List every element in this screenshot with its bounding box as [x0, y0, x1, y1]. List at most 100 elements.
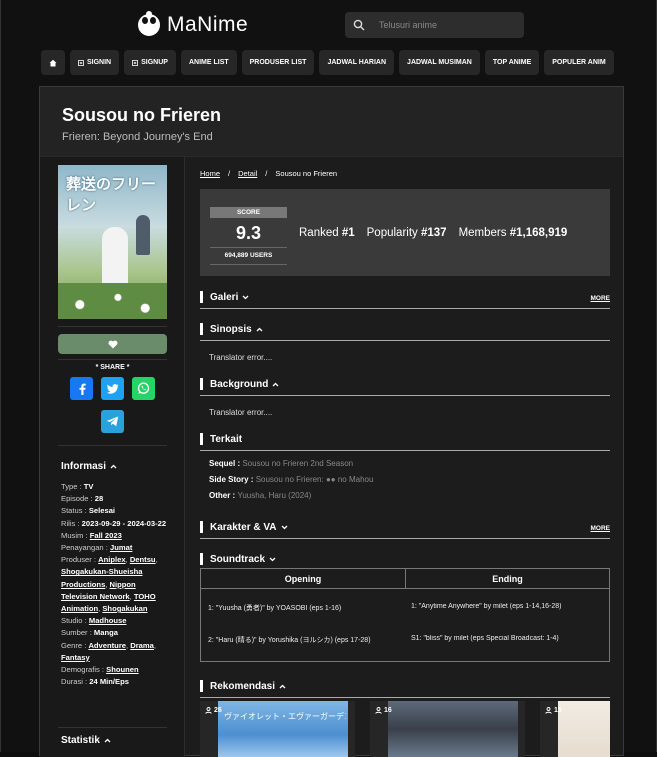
page-title: Sousou no Frieren [62, 105, 222, 125]
user-icon [375, 707, 382, 714]
breadcrumb-current: Sousou no Frieren [275, 169, 338, 178]
nav-signup[interactable]: SIGNUP [124, 50, 176, 75]
info-produser: Produser : Aniplex, Dentsu, Shogakukan-S… [61, 555, 158, 614]
share-telegram-button[interactable] [101, 410, 124, 433]
search-input[interactable] [379, 20, 519, 30]
opening-song: 2: "Haru (晴る)" by Yorushika (ヨルシカ) (eps … [208, 637, 371, 644]
chevron-down-icon [269, 557, 276, 561]
share-label: * SHARE * [95, 364, 130, 371]
produser-link[interactable]: Shogakukan [102, 604, 147, 613]
genre-link[interactable]: Adventure [88, 641, 126, 650]
heart-icon [108, 340, 117, 348]
info-rilis: Rilis : 2023-09-29 - 2024-03-22 [61, 518, 167, 528]
breadcrumb: Home / Detail / Sousou no Frieren [200, 169, 337, 178]
nav-top-anime[interactable]: TOP ANIME [484, 50, 540, 75]
info-musim: Musim : Fall 2023 [61, 530, 122, 540]
sequel-link[interactable]: Sousou no Frieren 2nd Season [242, 459, 353, 468]
recommendation-list: ヴァイオレット・エヴァーガーデン 26 16 15 [200, 701, 610, 757]
terkait-side-story: Side Story : Sousou no Frieren: ●● no Ma… [209, 475, 374, 484]
ranked-stat: Ranked #1 [299, 227, 355, 239]
recommendation-count: 26 [205, 707, 222, 714]
nav-signin[interactable]: SIGNIN [70, 50, 120, 75]
side-story-link[interactable]: Sousou no Frieren: ●● no Mahou [256, 475, 374, 484]
brand-logo[interactable]: MaNime [138, 11, 249, 38]
chevron-down-icon [242, 295, 249, 299]
share-twitter-button[interactable] [101, 377, 124, 400]
twitter-icon [106, 383, 118, 394]
galeri-toggle[interactable]: Galeri [200, 290, 610, 304]
ending-song: 1: "Anytime Anywhere" by milet (eps 1-14… [411, 603, 562, 610]
totoro-logo-icon [138, 11, 160, 36]
sinopsis-section: Sinopsis Translator error.... [200, 322, 610, 366]
info-episode: Episode : 28 [61, 494, 104, 504]
nav-home[interactable] [41, 50, 65, 75]
ending-song: S1: "bliss" by milet (eps Special Broadc… [411, 635, 559, 642]
title-bar: Sousou no Frieren Frieren: Beyond Journe… [40, 87, 623, 157]
musim-link[interactable]: Fall 2023 [90, 531, 122, 540]
score-label: SCORE [210, 207, 287, 218]
divider [58, 445, 167, 446]
nav-populer-anime[interactable]: POPULER ANIM [544, 50, 614, 75]
info-demografis: Demografis : Shounen [61, 665, 139, 675]
studio-link[interactable]: Madhouse [89, 616, 127, 625]
produser-link[interactable]: Aniplex [98, 555, 125, 564]
nav-jadwal-musiman[interactable]: JADWAL MUSIMAN [399, 50, 480, 75]
karakter-more-link[interactable]: MORE [591, 525, 611, 532]
nav-produser-list[interactable]: PRODUSER LIST [241, 50, 315, 75]
chevron-up-icon [104, 738, 111, 743]
share-facebook-button[interactable] [70, 377, 93, 400]
recommendation-thumbnail: ヴァイオレット・エヴァーガーデン [218, 701, 348, 757]
breadcrumb-home[interactable]: Home [200, 169, 220, 178]
search-icon[interactable] [345, 19, 373, 31]
soundtrack-toggle[interactable]: Soundtrack [200, 552, 610, 566]
genre-link[interactable]: Fantasy [61, 653, 90, 662]
score-value: 9.3 [235, 223, 262, 243]
chevron-down-icon [281, 525, 287, 529]
main-content: Home / Detail / Sousou no Frieren SCORE … [200, 157, 610, 757]
user-icon [205, 707, 212, 714]
background-toggle[interactable]: Background [200, 377, 610, 391]
sinopsis-toggle[interactable]: Sinopsis [200, 322, 610, 336]
recommendation-card[interactable]: 15 [540, 701, 610, 757]
chevron-up-icon [256, 327, 263, 331]
informasi-toggle[interactable]: Informasi [61, 461, 117, 472]
terkait-section: Terkait Sequel : Sousou no Frieren 2nd S… [200, 432, 610, 504]
breadcrumb-sep: / [265, 169, 268, 178]
produser-link[interactable]: Dentsu [130, 555, 156, 564]
rekomendasi-heading: Rekomendasi [210, 680, 276, 692]
soundtrack-heading: Soundtrack [210, 553, 266, 565]
background-text: Translator error.... [209, 408, 273, 417]
penayangan-link[interactable]: Jumat [110, 543, 132, 552]
poster-flowers [58, 283, 167, 319]
rekomendasi-section: Rekomendasi [200, 679, 610, 698]
login-icon [78, 59, 84, 66]
genre-link[interactable]: Drama [130, 641, 154, 650]
recommendation-card[interactable]: 16 [370, 701, 525, 757]
favorite-button[interactable] [58, 334, 167, 354]
search-box[interactable] [345, 12, 524, 38]
rekomendasi-toggle[interactable]: Rekomendasi [200, 679, 610, 693]
nav-anime-list[interactable]: ANIME LIST [180, 50, 237, 75]
other-link[interactable]: Yuusha, Haru (2024) [237, 491, 311, 500]
demografis-link[interactable]: Shounen [106, 665, 138, 674]
recommendation-card[interactable]: ヴァイオレット・エヴァーガーデン 26 [200, 701, 355, 757]
karakter-toggle[interactable]: Karakter & VA [200, 520, 610, 534]
members-stat: Members #1,168,919 [458, 227, 568, 239]
background-section: Background Translator error.... [200, 377, 610, 421]
karakter-section: Karakter & VA MORE [200, 520, 610, 539]
breadcrumb-detail[interactable]: Detail [238, 169, 257, 178]
nav-top-anime-label: TOP ANIME [492, 59, 532, 66]
recommendation-count: 15 [545, 707, 562, 714]
share-whatsapp-button[interactable] [132, 377, 155, 400]
terkait-list: Sequel : Sousou no Frieren 2nd Season Si… [200, 451, 610, 504]
galeri-heading: Galeri [210, 291, 239, 303]
signup-icon [132, 59, 139, 66]
brand-name: MaNime [167, 13, 249, 36]
opening-header: Opening [201, 569, 405, 589]
info-studio: Studio : Madhouse [61, 616, 127, 626]
soundtrack-table: Opening Ending 1: "Yuusha (勇者)" by YOASO… [200, 568, 610, 662]
statistik-toggle[interactable]: Statistik [61, 735, 111, 746]
anime-detail-card: Sousou no Frieren Frieren: Beyond Journe… [39, 86, 624, 757]
nav-jadwal-harian[interactable]: JADWAL HARIAN [319, 50, 395, 75]
galeri-more-link[interactable]: MORE [591, 295, 611, 302]
